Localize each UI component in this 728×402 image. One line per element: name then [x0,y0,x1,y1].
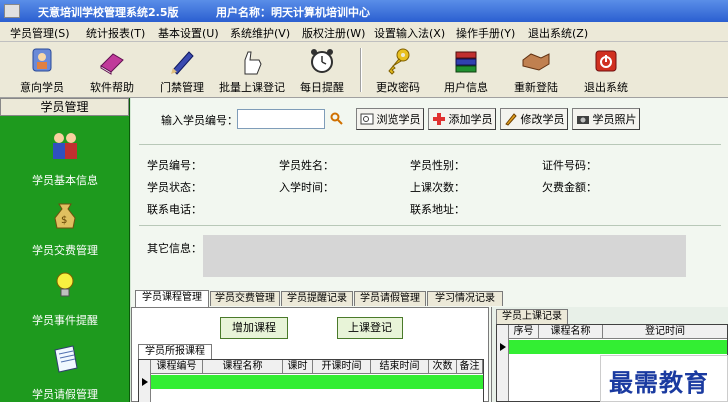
person-icon [32,48,52,72]
key-icon [388,48,410,75]
row-indicator [497,325,509,401]
student-id-search-input[interactable] [237,109,325,129]
edit-icon [504,113,517,126]
browse-icon [360,113,373,125]
menu-bar: 学员管理(S) 统计报表(T) 基本设置(U) 系统维护(V) 版权注册(W) … [0,22,728,42]
tab-class-records[interactable]: 学员上课记录 [496,309,568,324]
money-bag-icon: $ [54,203,76,229]
books-icon [455,51,477,73]
toolbar-change-password[interactable]: 更改密码 [362,44,434,96]
menu-basic-settings[interactable]: 基本设置(U) [158,25,219,41]
arrears-label: 欠费金额： [542,181,597,194]
sidebar-title: 学员管理 [0,98,129,116]
notepad-icon [54,345,78,373]
lightbulb-icon [56,272,74,297]
window-title: 天意培训学校管理系统2.5版 [38,6,179,19]
add-icon [432,113,445,125]
toolbar-access-control[interactable]: 门禁管理 [146,44,218,96]
sidebar-item-payment[interactable]: $ 学员交费管理 [0,198,130,258]
hand-icon [244,51,262,75]
id-number-label: 证件号码： [542,159,597,172]
enroll-time-label: 入学时间： [279,181,334,194]
app-logo-icon [4,4,20,18]
column-header[interactable]: 课时 [283,360,313,374]
course-panel: 增加课程 上课登记 学员所报课程 课程编号 课程名称 课时 开课时间 结束时间 … [131,307,489,402]
title-bar: 天意培训学校管理系统2.5版 用户名称：明天计算机培训中心 [0,0,728,22]
watermark: 最需教育 [600,355,728,402]
column-header[interactable]: 课程编号 [151,360,203,374]
svg-text:$: $ [61,215,67,226]
menu-input-method[interactable]: 设置输入法(X) [374,25,445,41]
tab-reminder-records[interactable]: 学员提醒记录 [281,291,353,306]
menu-student-management[interactable]: 学员管理(S) [10,25,70,41]
watermark-text: 最需教育 [609,368,709,397]
toolbar-re-login[interactable]: 重新登陆 [500,44,572,96]
enrolled-courses-table[interactable]: 课程编号 课程名称 课时 开课时间 结束时间 次数 备注 [138,359,484,402]
column-header[interactable]: 备注 [457,360,483,374]
toolbar-exit-system[interactable]: 退出系统 [570,44,642,96]
menu-exit-system[interactable]: 退出系统(Z) [528,25,588,41]
camera-icon [576,116,589,124]
student-status-label: 学员状态： [147,181,202,194]
class-count-label: 上课次数： [410,181,465,194]
column-header[interactable]: 登记时间 [603,325,727,339]
menu-copyright-registration[interactable]: 版权注册(W) [302,25,365,41]
toolbar-daily-reminder[interactable]: 每日提醒 [286,44,358,96]
table-row[interactable] [139,375,483,389]
column-header[interactable]: 课程名称 [203,360,283,374]
current-row-icon [142,378,148,386]
tab-payment-management[interactable]: 学员交费管理 [210,291,280,306]
other-info-label: 其它信息： [147,242,202,255]
power-icon [595,50,617,72]
tab-course-management[interactable]: 学员课程管理 [135,290,209,307]
table-header: 序号 课程名称 登记时间 [497,325,727,339]
tab-enrolled-courses[interactable]: 学员所报课程 [138,344,212,359]
divider [139,144,721,145]
column-header[interactable]: 次数 [429,360,457,374]
add-course-button[interactable]: 增加课程 [220,317,288,339]
sidebar-item-leave[interactable]: 学员请假管理 [0,342,130,402]
alarm-clock-icon [311,49,333,73]
pen-icon [171,51,194,75]
student-gender-label: 学员性别： [410,159,465,172]
user-name-label: 用户名称：明天计算机培训中心 [216,6,370,19]
table-header: 课程编号 课程名称 课时 开课时间 结束时间 次数 备注 [139,360,483,374]
current-row-icon [500,343,506,351]
edit-student-button[interactable]: 修改学员 [500,108,568,130]
book-icon [100,53,124,75]
column-header[interactable]: 开课时间 [313,360,371,374]
sidebar: 学员管理 学员基本信息 $ 学员交费管理 学员事件提醒 学员请假管理 [0,98,130,402]
browse-students-button[interactable]: 浏览学员 [356,108,424,130]
student-id-label: 学员编号： [147,159,202,172]
divider [139,225,721,226]
class-register-button[interactable]: 上课登记 [337,317,403,339]
sidebar-item-student-info[interactable]: 学员基本信息 [0,128,130,188]
search-icon[interactable] [330,112,344,126]
other-info-field[interactable] [203,235,686,277]
toolbar-batch-class-registration[interactable]: 批量上课登记 [216,44,288,96]
toolbar-software-help[interactable]: 软件帮助 [76,44,148,96]
toolbar: 意向学员 软件帮助 门禁管理 批量上课登记 每日提醒 更改密码 用户信息 重新登… [0,42,728,98]
table-row[interactable] [497,340,727,354]
sidebar-item-reminder[interactable]: 学员事件提醒 [0,268,130,328]
menu-statistics-reports[interactable]: 统计报表(T) [86,25,145,41]
menu-user-manual[interactable]: 操作手册(Y) [456,25,515,41]
menu-system-maintenance[interactable]: 系统维护(V) [230,25,290,41]
tab-learning-records[interactable]: 学习情况记录 [427,291,503,306]
student-photo-button[interactable]: 学员照片 [572,108,640,130]
toolbar-user-info[interactable]: 用户信息 [430,44,502,96]
student-name-label: 学员姓名： [279,159,334,172]
student-id-search-label: 输入学员编号： [161,114,238,127]
phone-label: 联系电话： [147,203,202,216]
tab-leave-management[interactable]: 学员请假管理 [354,291,426,306]
column-header[interactable]: 结束时间 [371,360,429,374]
address-label: 联系地址： [410,203,465,216]
add-student-button[interactable]: 添加学员 [428,108,496,130]
handshake-icon [522,53,550,71]
toolbar-prospective-students[interactable]: 意向学员 [6,44,78,96]
column-header[interactable]: 课程名称 [539,325,603,339]
column-header[interactable]: 序号 [509,325,539,339]
students-icon [53,133,77,159]
